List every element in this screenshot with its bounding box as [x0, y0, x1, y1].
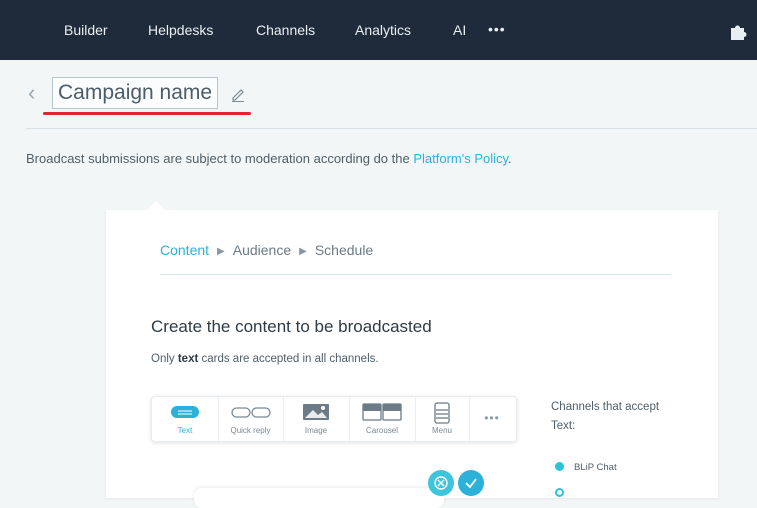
subtext-prefix: Only: [151, 353, 178, 365]
back-arrow-icon[interactable]: ‹: [28, 80, 35, 106]
subtext-suffix: cards are accepted in all channels.: [198, 353, 379, 365]
platform-policy-link[interactable]: Platform's Policy: [413, 151, 508, 166]
step-content[interactable]: Content: [160, 242, 209, 258]
annotation-underline: [43, 112, 251, 115]
step-arrow-icon: ▶: [217, 246, 225, 257]
content-card: Content ▶ Audience ▶ Schedule Create the con…: [106, 210, 718, 508]
notice-suffix: .: [508, 151, 512, 166]
campaign-name-input[interactable]: Campaign name: [52, 77, 219, 109]
image-icon: [303, 404, 329, 420]
close-icon: [434, 476, 448, 490]
card-type-image-label: Image: [304, 426, 328, 435]
card-type-quick-reply-label: Quick reply: [230, 426, 271, 435]
moderation-notice: Broadcast submissions are subject to mod…: [26, 151, 512, 166]
steps-breadcrumb: Content ▶ Audience ▶ Schedule: [160, 242, 373, 258]
check-icon: [465, 478, 477, 489]
top-nav: Builder Helpdesks Channels Analytics AI …: [0, 0, 757, 60]
carousel-icon: [362, 403, 402, 421]
nav-builder[interactable]: Builder: [64, 22, 108, 38]
channel-dot-icon: [555, 462, 564, 471]
text-card-icon: [171, 406, 199, 418]
header-divider: [26, 128, 757, 129]
nav-helpdesks[interactable]: Helpdesks: [148, 22, 213, 38]
card-type-more-button[interactable]: •••: [469, 397, 515, 441]
card-type-quick-reply[interactable]: Quick reply: [218, 397, 284, 441]
channel-blip-chat: BLiP Chat: [555, 462, 617, 473]
card-type-carousel[interactable]: Carousel: [349, 397, 416, 441]
card-type-menu[interactable]: Menu: [415, 397, 470, 441]
card-type-menu-label: Menu: [431, 426, 452, 435]
subtext-bold: text: [177, 353, 199, 365]
nav-ai[interactable]: AI: [453, 22, 466, 38]
card-type-image[interactable]: Image: [283, 397, 350, 441]
step-arrow-icon: ▶: [299, 246, 307, 257]
channel-blip-chat-label: BLiP Chat: [574, 462, 617, 473]
card-type-carousel-label: Carousel: [365, 426, 398, 435]
confirm-card-button[interactable]: [458, 470, 484, 496]
steps-divider: [160, 274, 671, 275]
card-type-text[interactable]: Text: [152, 397, 219, 441]
nav-channels[interactable]: Channels: [256, 22, 315, 38]
card-type-text-label: Text: [177, 426, 193, 435]
card-type-toolbar: Text Quick reply Image Carousel Menu •••: [151, 396, 517, 442]
step-audience[interactable]: Audience: [233, 242, 291, 258]
pencil-icon[interactable]: [230, 86, 246, 102]
step-schedule[interactable]: Schedule: [315, 242, 373, 258]
channels-title: Channels that accept Text:: [551, 401, 660, 432]
puzzle-icon[interactable]: [728, 22, 748, 42]
channel-dot-icon: [555, 488, 564, 497]
menu-icon: [434, 402, 450, 424]
text-card-preview[interactable]: [194, 488, 444, 508]
content-subtext: Only text cards are accepted in all chan…: [151, 353, 379, 365]
remove-card-button[interactable]: [428, 470, 454, 496]
nav-analytics[interactable]: Analytics: [355, 22, 411, 38]
quick-reply-icon: [230, 407, 271, 418]
notice-text: Broadcast submissions are subject to mod…: [26, 151, 414, 166]
content-heading: Create the content to be broadcasted: [151, 317, 432, 336]
nav-more-button[interactable]: •••: [488, 21, 506, 37]
